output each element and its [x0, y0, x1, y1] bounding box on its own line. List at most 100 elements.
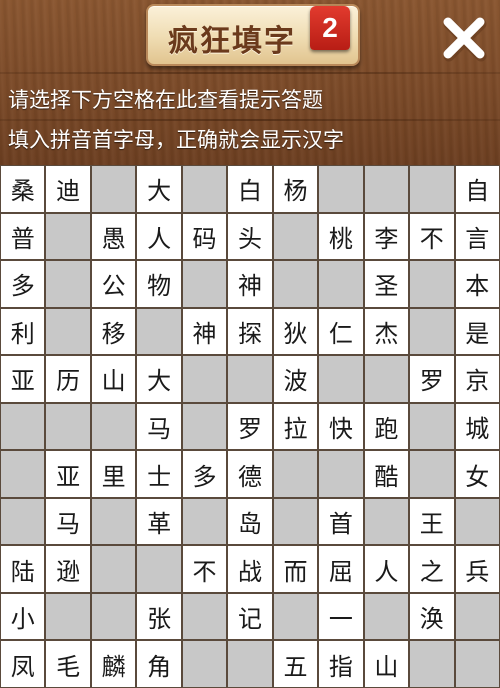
grid-cell-blank[interactable] — [46, 308, 90, 355]
grid-cell[interactable]: 圣 — [364, 261, 409, 307]
grid-cell[interactable]: 山 — [364, 641, 409, 687]
grid-cell-blank[interactable] — [410, 261, 454, 307]
grid-cell[interactable]: 迪 — [46, 166, 90, 212]
grid-cell-blank[interactable] — [364, 593, 409, 640]
grid-cell-blank[interactable] — [273, 213, 318, 260]
grid-cell[interactable]: 涣 — [410, 593, 454, 640]
grid-cell[interactable]: 不 — [410, 213, 454, 260]
grid-cell-blank[interactable] — [182, 356, 227, 402]
grid-cell-blank[interactable] — [182, 261, 227, 307]
grid-cell[interactable]: 桑 — [1, 166, 45, 212]
grid-cell[interactable]: 历 — [46, 356, 90, 402]
grid-cell[interactable]: 麟 — [91, 641, 136, 687]
grid-cell-blank[interactable] — [410, 166, 454, 212]
grid-cell-blank[interactable] — [410, 451, 454, 497]
grid-cell[interactable]: 角 — [137, 641, 181, 687]
grid-cell-blank[interactable] — [137, 308, 181, 355]
grid-cell[interactable]: 凤 — [1, 641, 45, 687]
grid-cell-blank[interactable] — [91, 403, 136, 450]
grid-cell[interactable]: 拉 — [273, 403, 318, 450]
grid-cell[interactable]: 而 — [273, 546, 318, 592]
grid-cell[interactable]: 酷 — [364, 451, 409, 497]
grid-cell[interactable]: 杰 — [364, 308, 409, 355]
grid-cell-blank[interactable] — [273, 451, 318, 497]
grid-cell-blank[interactable] — [410, 403, 454, 450]
grid-cell[interactable]: 快 — [319, 403, 363, 450]
grid-cell[interactable]: 头 — [228, 213, 272, 260]
grid-cell[interactable]: 逊 — [46, 546, 90, 592]
grid-cell-blank[interactable] — [319, 261, 363, 307]
grid-cell[interactable]: 自 — [455, 166, 499, 212]
grid-cell-blank[interactable] — [91, 593, 136, 640]
grid-cell[interactable]: 码 — [182, 213, 227, 260]
grid-cell[interactable]: 多 — [1, 261, 45, 307]
grid-cell-blank[interactable] — [46, 213, 90, 260]
grid-cell-blank[interactable] — [46, 593, 90, 640]
grid-cell[interactable]: 仁 — [319, 308, 363, 355]
grid-cell[interactable]: 指 — [319, 641, 363, 687]
grid-cell-blank[interactable] — [410, 641, 454, 687]
grid-cell-blank[interactable] — [1, 451, 45, 497]
grid-cell-blank[interactable] — [410, 308, 454, 355]
grid-cell[interactable]: 大 — [137, 356, 181, 402]
grid-cell-blank[interactable] — [319, 451, 363, 497]
grid-cell-blank[interactable] — [273, 261, 318, 307]
grid-cell-blank[interactable] — [228, 356, 272, 402]
grid-cell[interactable]: 杨 — [273, 166, 318, 212]
grid-cell-blank[interactable] — [91, 546, 136, 592]
grid-cell-blank[interactable] — [455, 498, 499, 545]
grid-cell[interactable]: 言 — [455, 213, 499, 260]
grid-cell[interactable]: 愚 — [91, 213, 136, 260]
grid-cell[interactable]: 人 — [137, 213, 181, 260]
grid-cell-blank[interactable] — [319, 356, 363, 402]
grid-cell[interactable]: 普 — [1, 213, 45, 260]
grid-cell-blank[interactable] — [319, 166, 363, 212]
grid-cell[interactable]: 陆 — [1, 546, 45, 592]
grid-cell-blank[interactable] — [182, 403, 227, 450]
grid-cell[interactable]: 跑 — [364, 403, 409, 450]
grid-cell-blank[interactable] — [228, 641, 272, 687]
close-button[interactable] — [436, 10, 492, 66]
grid-cell[interactable]: 革 — [137, 498, 181, 545]
grid-cell[interactable]: 战 — [228, 546, 272, 592]
grid-cell[interactable]: 亚 — [1, 356, 45, 402]
grid-cell[interactable]: 女 — [455, 451, 499, 497]
grid-cell[interactable]: 里 — [91, 451, 136, 497]
grid-cell[interactable]: 城 — [455, 403, 499, 450]
grid-cell[interactable]: 小 — [1, 593, 45, 640]
grid-cell[interactable]: 李 — [364, 213, 409, 260]
grid-cell[interactable]: 屈 — [319, 546, 363, 592]
grid-cell[interactable]: 王 — [410, 498, 454, 545]
grid-cell[interactable]: 张 — [137, 593, 181, 640]
grid-cell-blank[interactable] — [364, 166, 409, 212]
grid-cell-blank[interactable] — [364, 498, 409, 545]
grid-cell[interactable]: 罗 — [228, 403, 272, 450]
grid-cell[interactable]: 罗 — [410, 356, 454, 402]
grid-cell[interactable]: 京 — [455, 356, 499, 402]
grid-cell-blank[interactable] — [1, 498, 45, 545]
grid-cell-blank[interactable] — [91, 498, 136, 545]
grid-cell[interactable]: 大 — [137, 166, 181, 212]
grid-cell[interactable]: 波 — [273, 356, 318, 402]
grid-cell[interactable]: 亚 — [46, 451, 90, 497]
grid-cell-blank[interactable] — [182, 593, 227, 640]
grid-cell-blank[interactable] — [46, 403, 90, 450]
grid-cell-blank[interactable] — [455, 593, 499, 640]
grid-cell[interactable]: 记 — [228, 593, 272, 640]
grid-cell[interactable]: 人 — [364, 546, 409, 592]
grid-cell-blank[interactable] — [364, 356, 409, 402]
grid-cell-blank[interactable] — [455, 641, 499, 687]
grid-cell[interactable]: 不 — [182, 546, 227, 592]
grid-cell[interactable]: 本 — [455, 261, 499, 307]
grid-cell-blank[interactable] — [91, 166, 136, 212]
grid-cell[interactable]: 神 — [228, 261, 272, 307]
grid-cell[interactable]: 马 — [46, 498, 90, 545]
grid-cell-blank[interactable] — [1, 403, 45, 450]
grid-cell[interactable]: 之 — [410, 546, 454, 592]
grid-cell[interactable]: 桃 — [319, 213, 363, 260]
grid-cell[interactable]: 利 — [1, 308, 45, 355]
grid-cell-blank[interactable] — [182, 498, 227, 545]
grid-cell[interactable]: 公 — [91, 261, 136, 307]
grid-cell[interactable]: 山 — [91, 356, 136, 402]
grid-cell-blank[interactable] — [137, 546, 181, 592]
